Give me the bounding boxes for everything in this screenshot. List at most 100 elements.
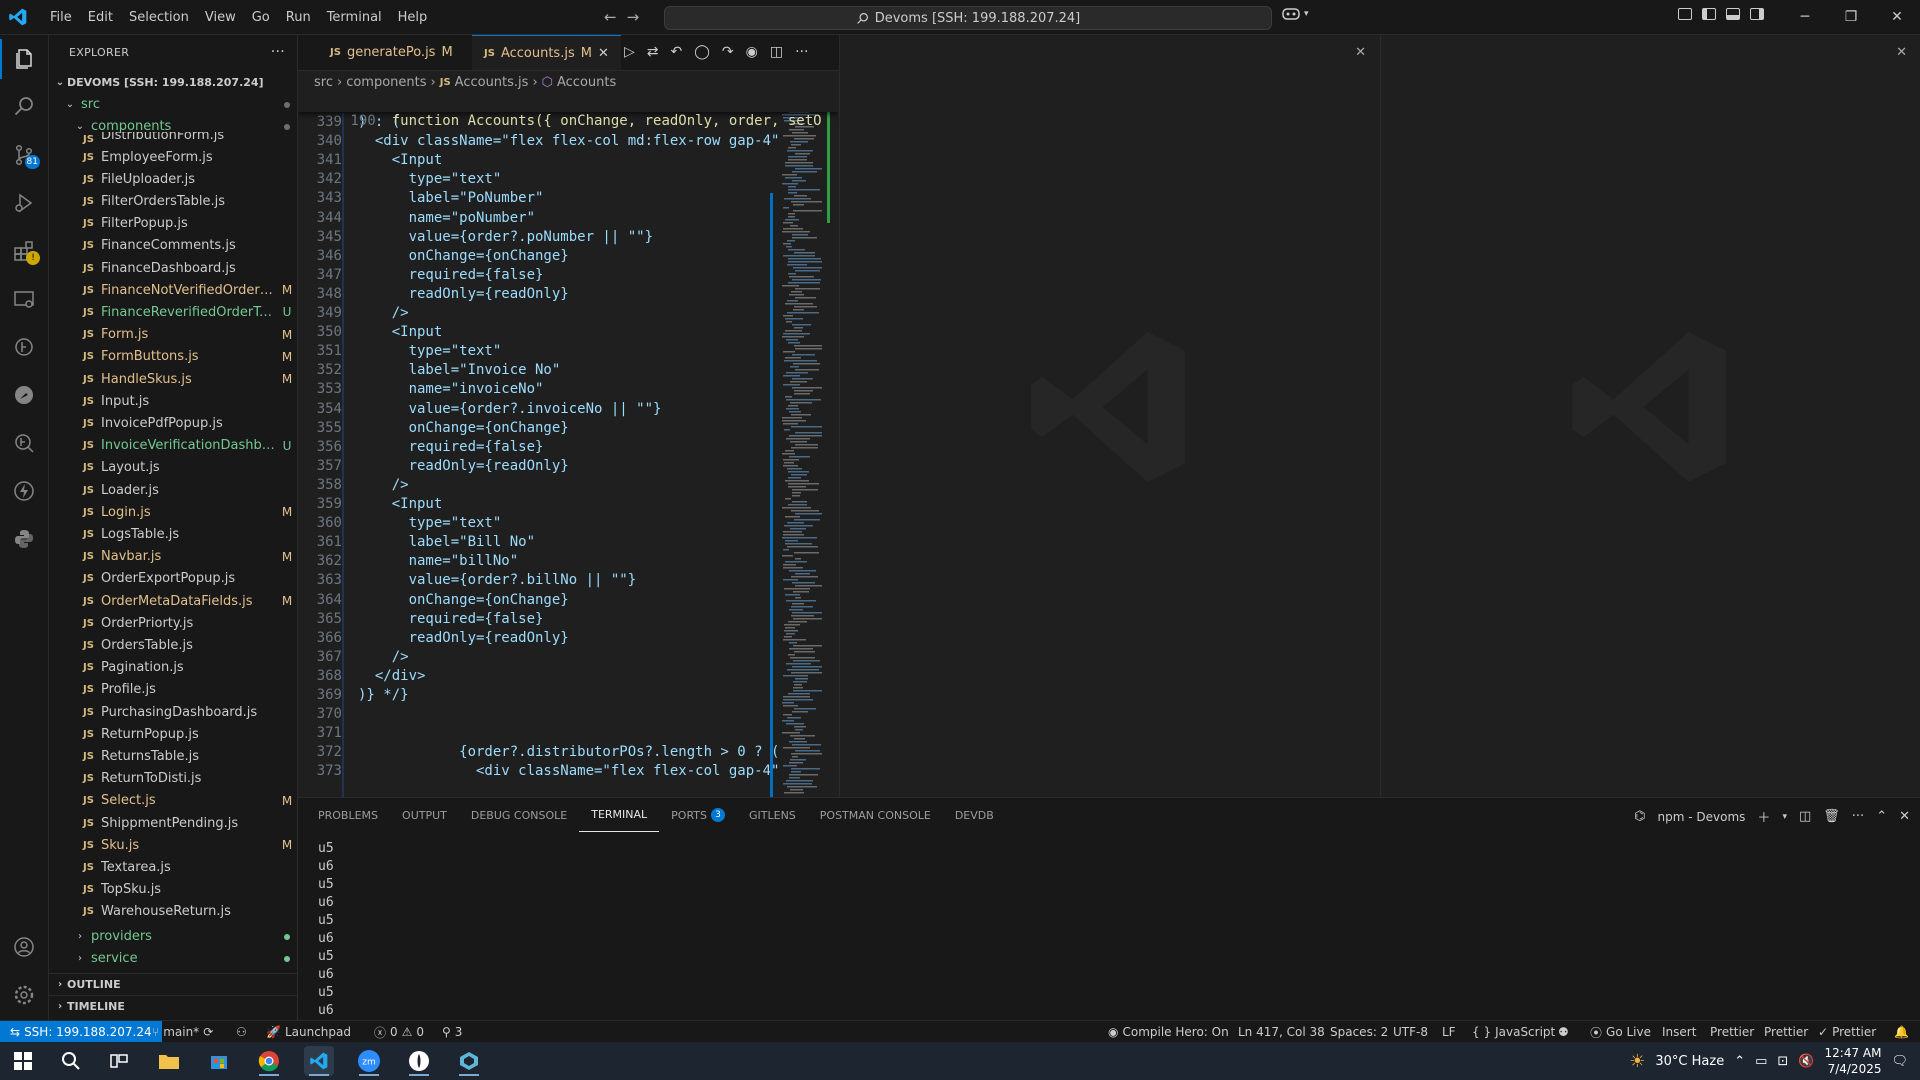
file-item[interactable]: JS Layout.js (49, 457, 297, 479)
folder-service[interactable]: › service (49, 947, 297, 969)
tab-generatepo[interactable]: JS generatePo.js M (318, 35, 465, 70)
file-item[interactable]: JS Form.js M (49, 324, 297, 346)
explorer-activity[interactable] (0, 39, 48, 79)
go-live-button[interactable]: ⦿ Go Live (1590, 1021, 1651, 1043)
accounts-activity[interactable] (0, 927, 48, 967)
go-back-change-icon[interactable]: ↶ (671, 44, 683, 60)
close-group-icon[interactable]: ✕ (1355, 45, 1366, 60)
minimize-icon[interactable]: ─ (1782, 0, 1828, 34)
close-tab-icon[interactable]: ✕ (598, 46, 609, 61)
file-item[interactable]: JS FormButtons.js M (49, 346, 297, 368)
code-line[interactable]: 368 </div> (298, 667, 838, 686)
code-line[interactable]: 352 label="Invoice No" (298, 361, 838, 380)
vscode-logo-icon[interactable] (8, 7, 28, 27)
menu-file[interactable]: File (42, 10, 80, 25)
menu-go[interactable]: Go (244, 10, 278, 25)
file-item[interactable]: JS TopSku.js (49, 879, 297, 901)
file-item[interactable]: JS FilterOrdersTable.js (49, 190, 297, 212)
search-icon[interactable] (56, 1046, 86, 1076)
minimap[interactable] (770, 93, 838, 843)
file-item[interactable]: JS PurchasingDashboard.js (49, 701, 297, 723)
code-line[interactable]: 348 readOnly={readOnly} (298, 285, 838, 304)
network-icon[interactable]: ⊡ (1777, 1054, 1788, 1069)
volume-muted-icon[interactable]: 🔇 (1798, 1054, 1814, 1069)
copilot-icon[interactable] (1282, 7, 1300, 21)
menu-edit[interactable]: Edit (80, 10, 121, 25)
forward-arrow-icon[interactable]: → (627, 8, 640, 26)
python-activity[interactable] (0, 519, 48, 559)
file-item[interactable]: JS Login.js M (49, 501, 297, 523)
more-actions-icon[interactable]: ··· (1852, 809, 1864, 824)
menu-help[interactable]: Help (390, 10, 436, 25)
code-editor[interactable]: 190 function Accounts({ onChange, readOnl… (298, 93, 838, 797)
prettier-status[interactable]: Prettier (1764, 1021, 1808, 1043)
code-line[interactable]: 354 value={order?.invoiceNo || ""} (298, 400, 838, 419)
cursor-position[interactable]: Ln 417, Col 38 (1238, 1021, 1325, 1043)
file-item[interactable]: JS Loader.js (49, 479, 297, 501)
code-line[interactable]: 370 (298, 705, 838, 724)
zoom-icon[interactable]: zm (354, 1046, 384, 1076)
file-item[interactable]: JS OrderPriorty.js (49, 612, 297, 634)
microsoft-store-icon[interactable] (204, 1046, 234, 1076)
more-actions-icon[interactable]: ··· (271, 44, 285, 60)
file-item[interactable]: JS InvoicePdfPopup.js (49, 412, 297, 434)
new-terminal-icon[interactable]: ＋ (1757, 807, 1770, 826)
file-item[interactable]: JS OrderExportPopup.js (49, 568, 297, 590)
next-change-icon[interactable]: ↷ (722, 44, 734, 60)
file-item[interactable]: JS Textarea.js (49, 856, 297, 878)
indentation[interactable]: Spaces: 2 (1330, 1021, 1388, 1043)
outline-section[interactable]: › OUTLINE (49, 973, 297, 995)
file-item[interactable]: JS FileUploader.js (49, 168, 297, 190)
weather-icon[interactable]: ☀ (1629, 1051, 1645, 1072)
code-line[interactable]: 347 required={false} (298, 266, 838, 285)
notification-center-icon[interactable]: 🗨 (1891, 1054, 1908, 1069)
more-actions-icon[interactable]: ··· (795, 44, 808, 60)
breadcrumb-item[interactable]: components (346, 75, 426, 90)
extensions-activity[interactable]: ! (0, 231, 48, 271)
code-line[interactable]: 353 name="invoiceNo" (298, 380, 838, 399)
code-line[interactable]: 358 /> (298, 476, 838, 495)
split-editor-icon[interactable]: ◫ (770, 44, 783, 60)
sticky-scroll-line[interactable]: 190 function Accounts({ onChange, readOnl… (298, 93, 838, 129)
compare-changes-icon[interactable]: ⇄ (647, 44, 659, 60)
panel-tab-devdb[interactable]: DEVDB (943, 798, 1006, 832)
problems-indicator[interactable]: ⓧ 0 ⚠ 0 (374, 1021, 424, 1043)
menu-terminal[interactable]: Terminal (319, 10, 390, 25)
code-line[interactable]: 355 onChange={onChange} (298, 419, 838, 438)
file-item[interactable]: JS FinanceComments.js (49, 235, 297, 257)
breadcrumb-item[interactable]: src (314, 75, 333, 90)
code-line[interactable]: 351 type="text" (298, 342, 838, 361)
chevron-down-icon[interactable]: ▾ (1304, 9, 1309, 19)
panel-tab-problems[interactable]: PROBLEMS (306, 798, 390, 832)
chevron-down-icon[interactable]: ▾ (1782, 812, 1787, 822)
restore-icon[interactable]: ❐ (1828, 0, 1874, 34)
gitlens-blame-icon[interactable]: ◉ (746, 44, 758, 60)
file-item[interactable]: JS Select.js M (49, 790, 297, 812)
code-line[interactable]: 369)} */} (298, 686, 838, 705)
workspace-root[interactable]: ⌄ DEVOMS [SSH: 199.188.207.24] (49, 71, 297, 93)
close-panel-icon[interactable]: ✕ (1899, 809, 1910, 824)
file-item[interactable]: JS FinanceReverifiedOrderTabl... U (49, 301, 297, 323)
code-line[interactable]: 371 (298, 724, 838, 743)
windows-start-icon[interactable] (8, 1046, 38, 1076)
code-line[interactable]: 342 type="text" (298, 170, 838, 189)
file-item[interactable]: JS Input.js (49, 390, 297, 412)
code-line[interactable]: 340 <div className="flex flex-col md:fle… (298, 132, 838, 151)
code-line[interactable]: 349 /> (298, 304, 838, 323)
chrome-icon[interactable] (254, 1046, 284, 1076)
copilot-status-icon[interactable]: ⚉ (1558, 1021, 1569, 1043)
code-line[interactable]: 356 required={false} (298, 438, 838, 457)
language-mode[interactable]: { } JavaScript (1472, 1021, 1555, 1043)
branch-indicator[interactable]: ⑂ main* ⟳ (152, 1021, 213, 1043)
timeline-section[interactable]: › TIMELINE (49, 995, 297, 1017)
code-line[interactable]: 361 label="Bill No" (298, 533, 838, 552)
code-line[interactable]: 357 readOnly={readOnly} (298, 457, 838, 476)
gitlens-graph-icon[interactable]: ⚇ (236, 1021, 247, 1043)
file-item[interactable]: JS Profile.js (49, 679, 297, 701)
terminal-name[interactable]: npm - Devoms (1658, 810, 1746, 824)
back-arrow-icon[interactable]: ← (604, 8, 617, 26)
run-debug-activity[interactable] (0, 183, 48, 223)
code-line[interactable]: 367 /> (298, 648, 838, 667)
code-line[interactable]: 373 <div className="flex flex-col gap-4"… (298, 762, 838, 781)
file-item[interactable]: JS InvoiceVerificationDashboa... U (49, 435, 297, 457)
